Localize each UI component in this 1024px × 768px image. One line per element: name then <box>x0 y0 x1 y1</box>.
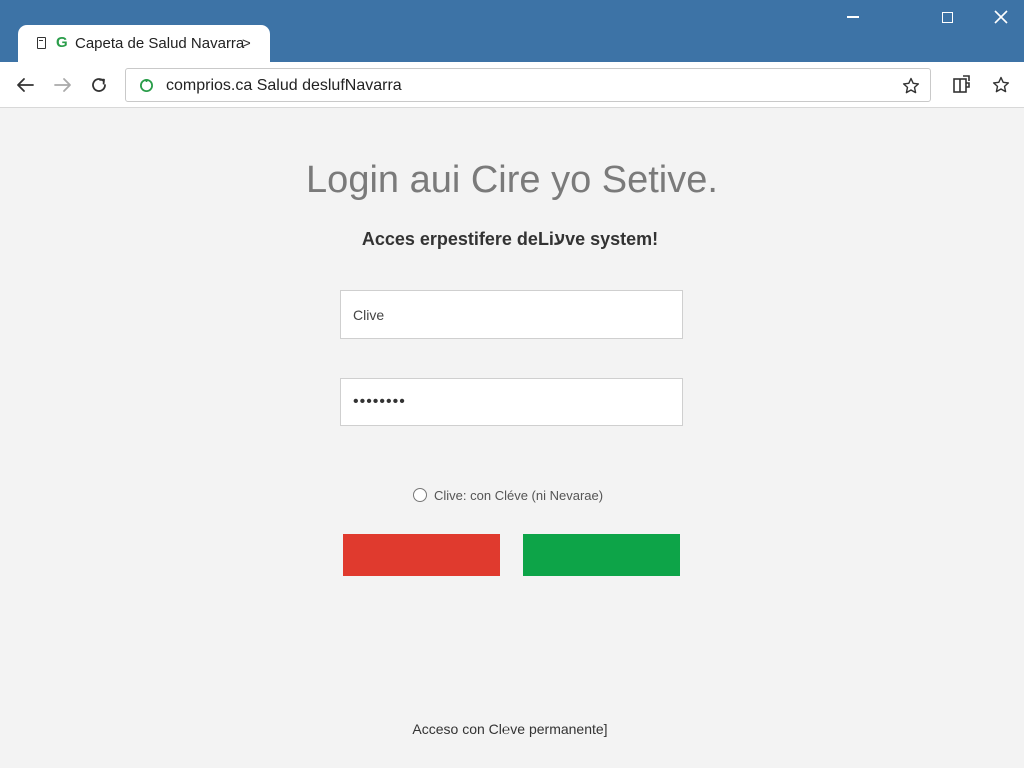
star-button[interactable] <box>901 76 921 96</box>
tab-title: Capeta de Salud Navarra <box>75 35 245 52</box>
radio-label: Clive: con Cléve (ni Nevarae) <box>434 487 604 503</box>
browser-tab[interactable]: G Capeta de Salud Navarra > <box>18 25 270 64</box>
close-icon <box>994 10 1008 24</box>
title-bar: G Capeta de Salud Navarra > <box>0 0 1024 64</box>
close-button[interactable] <box>978 0 1024 34</box>
minimize-icon <box>847 16 859 18</box>
clave-radio-option[interactable]: Clive: con Cléve (ni Nevarae) <box>413 486 603 504</box>
password-input[interactable] <box>341 379 682 425</box>
password-field[interactable] <box>340 378 683 426</box>
extension-icon <box>953 75 970 93</box>
minimize-button[interactable] <box>830 0 876 34</box>
secure-icon <box>140 79 153 92</box>
favicon-icon: G <box>56 34 68 51</box>
page-icon <box>37 37 46 49</box>
page-title: Login aui Cire yo Setive. <box>306 159 718 201</box>
url-text[interactable]: comprios.ca Salud deslufNavarra <box>166 76 402 95</box>
arrow-right-icon <box>54 78 71 92</box>
username-input[interactable] <box>341 291 682 338</box>
forward-button[interactable] <box>48 70 78 100</box>
back-button[interactable] <box>10 70 40 100</box>
username-field[interactable] <box>340 290 683 339</box>
browser-window: G Capeta de Salud Navarra > comprios.ca … <box>0 0 1024 768</box>
radio-button[interactable] <box>413 488 427 502</box>
star-icon <box>902 77 920 94</box>
browser-toolbar: comprios.ca Salud deslufNavarra <box>0 62 1024 108</box>
maximize-icon <box>941 11 953 23</box>
chevron-right-icon[interactable]: > <box>242 35 251 53</box>
arrow-left-icon <box>17 78 34 92</box>
bookmark-star-icon <box>992 76 1010 93</box>
reload-icon <box>92 78 106 92</box>
clave-permanente-link[interactable]: Acceso con Cl℮ve permanente] <box>0 720 1020 738</box>
maximize-button[interactable] <box>924 0 970 34</box>
page-content: Login aui Cire yo Setive. Acces erpestif… <box>0 108 1024 768</box>
red-button[interactable] <box>343 534 500 576</box>
green-button[interactable] <box>523 534 680 576</box>
page-subtitle: Acces erpestifere deLiעve system! <box>361 229 659 249</box>
extension-button[interactable] <box>946 70 976 100</box>
reload-button[interactable] <box>84 70 114 100</box>
bookmark-button[interactable] <box>986 70 1016 100</box>
address-bar[interactable]: comprios.ca Salud deslufNavarra <box>125 68 931 102</box>
